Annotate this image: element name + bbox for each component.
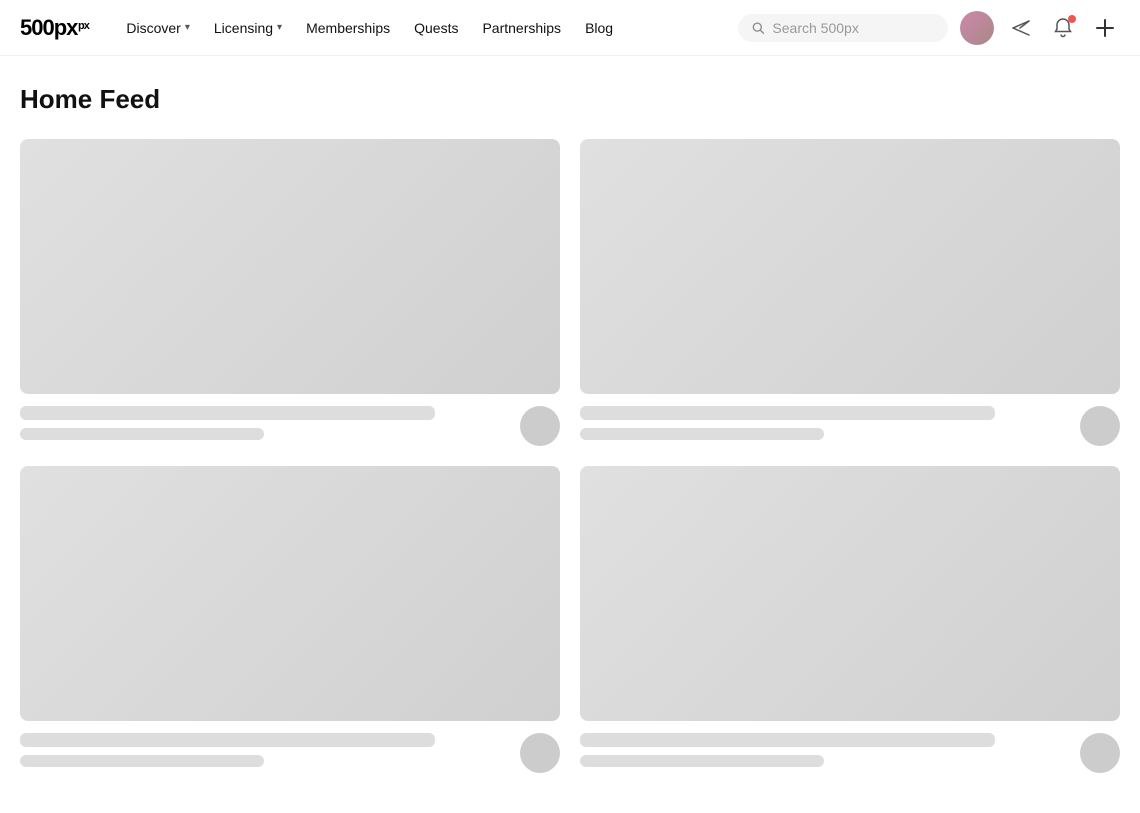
send-button[interactable]: [1006, 13, 1036, 43]
card-image: [20, 139, 560, 394]
card-meta: [580, 733, 1120, 773]
feed-card: [580, 466, 1120, 773]
nav-right: [738, 11, 1120, 45]
card-text: [580, 406, 1068, 440]
card-subtitle-skeleton: [580, 428, 824, 440]
main-content: Home Feed: [0, 56, 1140, 813]
card-text: [20, 406, 508, 440]
nav-licensing[interactable]: Licensing ▾: [204, 14, 292, 42]
nav-links: Discover ▾ Licensing ▾ Memberships Quest…: [116, 14, 738, 42]
page-title: Home Feed: [20, 84, 1120, 115]
card-subtitle-skeleton: [20, 755, 264, 767]
card-title-skeleton: [580, 406, 995, 420]
licensing-chevron-icon: ▾: [277, 22, 282, 33]
card-title-skeleton: [580, 733, 995, 747]
card-image: [580, 466, 1120, 721]
main-nav: 500px px Discover ▾ Licensing ▾ Membersh…: [0, 0, 1140, 56]
search-input[interactable]: [772, 20, 934, 36]
card-image: [20, 466, 560, 721]
card-title-skeleton: [20, 733, 435, 747]
nav-partnerships[interactable]: Partnerships: [472, 14, 571, 42]
discover-chevron-icon: ▾: [185, 22, 190, 33]
card-avatar: [520, 733, 560, 773]
card-title-skeleton: [20, 406, 435, 420]
notification-dot: [1068, 15, 1076, 23]
card-meta: [20, 733, 560, 773]
nav-discover[interactable]: Discover ▾: [116, 14, 200, 42]
card-text: [580, 733, 1068, 767]
card-avatar: [1080, 406, 1120, 446]
feed-card: [20, 466, 560, 773]
card-meta: [580, 406, 1120, 446]
card-text: [20, 733, 508, 767]
card-subtitle-skeleton: [580, 755, 824, 767]
svg-text:px: px: [78, 20, 91, 32]
card-meta: [20, 406, 560, 446]
avatar[interactable]: [960, 11, 994, 45]
logo[interactable]: 500px px: [20, 15, 92, 41]
send-icon: [1010, 17, 1032, 39]
plus-icon: [1094, 17, 1116, 39]
card-image: [580, 139, 1120, 394]
feed-card: [20, 139, 560, 446]
feed-grid: [20, 139, 1120, 773]
add-button[interactable]: [1090, 13, 1120, 43]
nav-memberships[interactable]: Memberships: [296, 14, 400, 42]
card-avatar: [520, 406, 560, 446]
notifications-button[interactable]: [1048, 13, 1078, 43]
logo-text: 500px: [20, 15, 77, 41]
card-subtitle-skeleton: [20, 428, 264, 440]
search-box[interactable]: [738, 14, 948, 42]
search-icon: [752, 21, 764, 35]
avatar-image: [960, 11, 994, 45]
logo-px-icon: px: [78, 18, 92, 32]
nav-quests[interactable]: Quests: [404, 14, 468, 42]
nav-blog[interactable]: Blog: [575, 14, 623, 42]
card-avatar: [1080, 733, 1120, 773]
feed-card: [580, 139, 1120, 446]
